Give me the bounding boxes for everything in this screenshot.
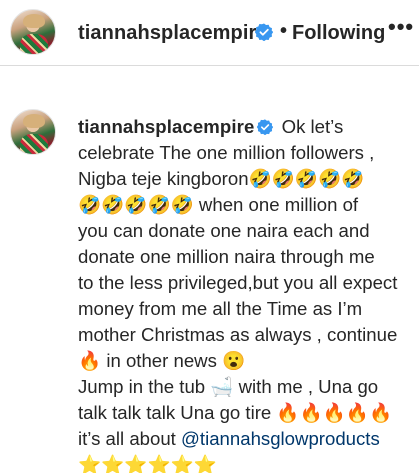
caption-line: Nigba teje kingboron🤣🤣🤣🤣🤣: [78, 168, 365, 189]
post-header: tiannahsplacempire • Following •••: [0, 0, 419, 66]
caption-line: mother Christmas as always , continue: [78, 324, 398, 345]
caption-line: money from me all the Time as I’m: [78, 298, 363, 319]
caption-line: Jump in the tub 🛁 with me , Una go: [78, 376, 379, 397]
verified-badge-icon: [257, 119, 274, 135]
more-options-icon[interactable]: •••: [388, 14, 414, 40]
caption-line: donate one million naira through me: [78, 246, 375, 267]
caption-avatar[interactable]: [10, 109, 56, 155]
following-button[interactable]: Following: [292, 22, 385, 45]
caption-line: 🤣🤣🤣🤣🤣 when one million of: [78, 194, 359, 215]
caption-line: to the less privileged,but you all expec…: [78, 272, 398, 293]
caption-line: ⭐⭐⭐⭐⭐⭐: [78, 454, 217, 473]
caption-line: you can donate one naira each and: [78, 220, 370, 241]
verified-badge-icon: [255, 23, 273, 41]
caption-line: celebrate The one million followers ,: [78, 142, 375, 163]
caption-line: Ok let’s: [281, 116, 344, 137]
caption-line: 🔥 in other news 😮: [78, 350, 246, 371]
post-caption: tiannahsplacempire Ok let’s celebrate Th…: [78, 114, 418, 473]
caption-line: talk talk talk Una go tire 🔥🔥🔥🔥🔥: [78, 402, 393, 423]
header-username[interactable]: tiannahsplacempire: [78, 22, 268, 45]
mention-link[interactable]: @tiannahsglowproducts: [181, 428, 380, 449]
caption-line: it’s all about: [78, 428, 182, 449]
caption-username[interactable]: tiannahsplacempire: [78, 116, 254, 137]
header-avatar[interactable]: [10, 9, 56, 55]
separator-dot: •: [280, 20, 288, 42]
